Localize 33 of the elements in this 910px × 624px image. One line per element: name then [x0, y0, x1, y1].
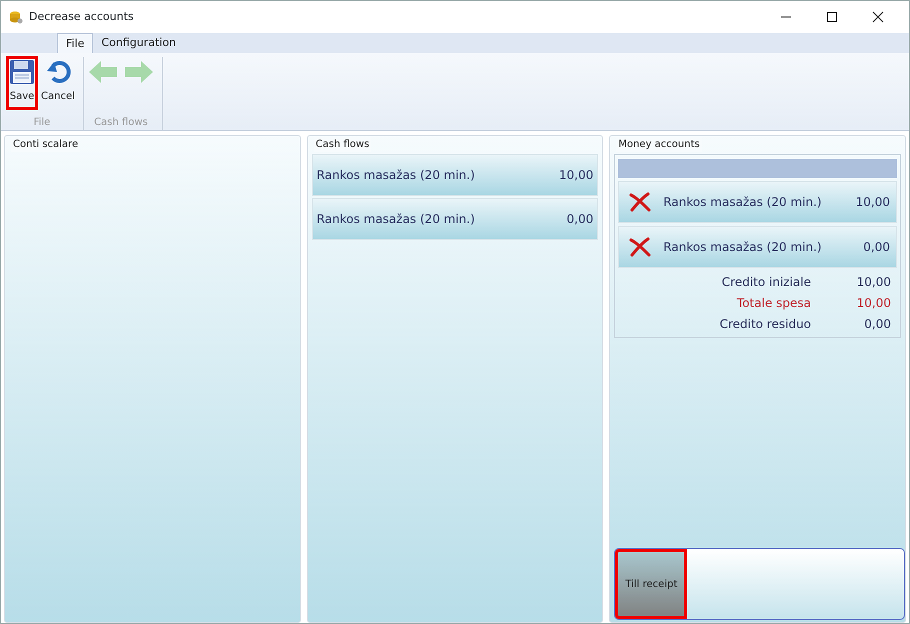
- item-name: Rankos masažas (20 min.): [663, 194, 822, 211]
- till-receipt-button[interactable]: Till receipt: [616, 550, 686, 618]
- coins-icon: [9, 10, 23, 24]
- group-label: File: [32, 116, 52, 130]
- item-amount: 10,00: [558, 167, 594, 184]
- undo-arrow-icon: [44, 59, 71, 85]
- ribbon-tab[interactable]: Configuration: [93, 33, 184, 53]
- group-label: Cash flows: [93, 116, 149, 130]
- item-amount: 0,00: [863, 239, 890, 256]
- delete-x-icon[interactable]: [629, 192, 652, 212]
- total-label: Totale spesa: [736, 294, 812, 312]
- left-arrow-icon: [88, 59, 118, 85]
- account-row[interactable]: Rankos masažas (20 min.) 0,00: [618, 226, 898, 268]
- total-label: Credito iniziale: [722, 274, 812, 290]
- item-name: Rankos masažas (20 min.): [316, 211, 475, 228]
- right-arrow-icon: [124, 59, 154, 85]
- delete-x-icon[interactable]: [629, 237, 652, 257]
- item-amount: 10,00: [856, 194, 890, 211]
- window-title: Decrease accounts: [29, 8, 134, 25]
- save-button[interactable]: Save: [7, 57, 37, 109]
- cancel-button[interactable]: Cancel: [39, 57, 77, 109]
- item-name: Rankos masažas (20 min.): [663, 239, 822, 256]
- total-value: 10,00: [856, 274, 892, 290]
- account-row[interactable]: Rankos masažas (20 min.) 10,00: [618, 181, 898, 223]
- item-amount: 0,00: [566, 211, 594, 228]
- cash-flow-row[interactable]: Rankos masažas (20 min.) 0,00: [312, 198, 598, 240]
- total-label: Credito residuo: [720, 316, 812, 332]
- panel-title: Money accounts: [616, 137, 702, 152]
- item-name: Rankos masažas (20 min.): [316, 167, 475, 184]
- ribbon-tab[interactable]: File: [57, 33, 94, 53]
- total-value: 0,00: [863, 316, 892, 332]
- total-value: 10,00: [856, 294, 892, 312]
- cash-flow-row[interactable]: Rankos masažas (20 min.) 10,00: [312, 154, 598, 196]
